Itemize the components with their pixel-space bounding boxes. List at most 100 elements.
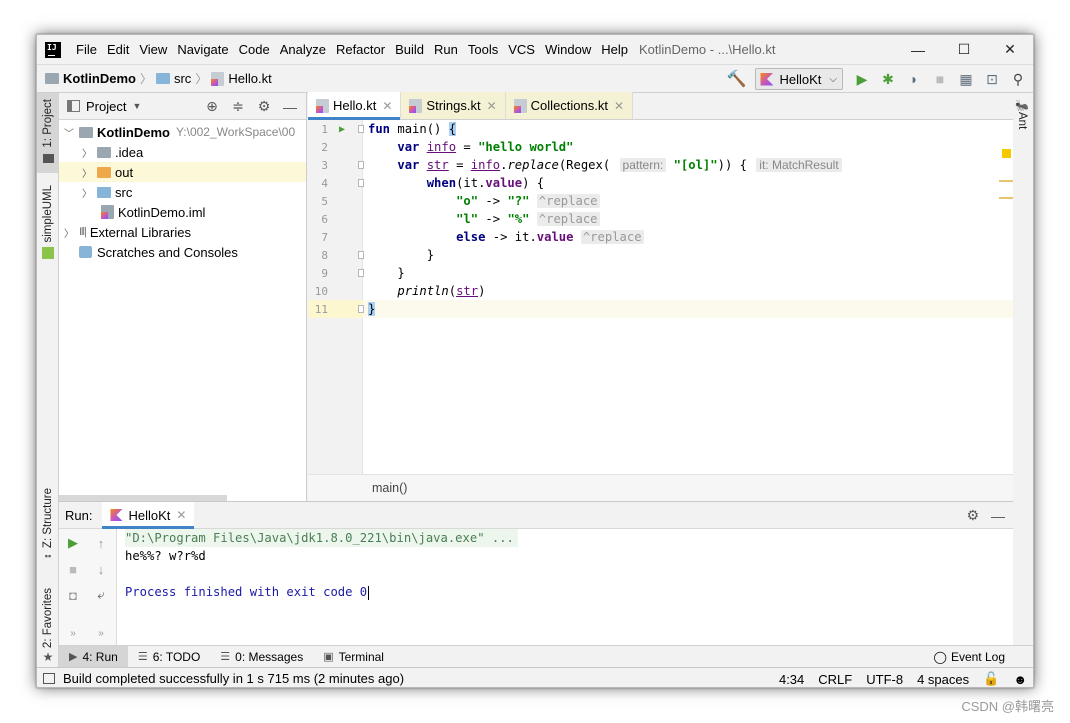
menu-refactor[interactable]: Refactor	[331, 35, 390, 64]
run-with-coverage-icon[interactable]: ◗	[903, 68, 925, 90]
gear-icon[interactable]: ⚙	[966, 507, 979, 524]
tab-hello-kt[interactable]: Hello.kt ✕	[308, 92, 402, 120]
menu-help[interactable]: Help	[596, 35, 633, 64]
chevron-right-icon[interactable]: 〉	[81, 145, 93, 160]
breadcrumb-src[interactable]: src	[174, 71, 191, 86]
run-gutter-icon[interactable]: ▶	[339, 124, 345, 135]
breadcrumb-project[interactable]: KotlinDemo	[63, 71, 136, 86]
code-line-6[interactable]: 6 "l" -> "%" ^replace	[308, 210, 1013, 228]
close-button[interactable]: ✕	[987, 35, 1033, 64]
tool-tab-todo[interactable]: ☰ 6: TODO	[128, 646, 210, 668]
menu-window[interactable]: Window	[540, 35, 596, 64]
close-icon[interactable]: ✕	[382, 99, 392, 113]
close-icon[interactable]: ✕	[176, 508, 186, 522]
tree-item-external-libraries[interactable]: 〉 Ill| External Libraries	[59, 222, 306, 242]
down-arrow-icon[interactable]: ↓	[91, 559, 111, 579]
close-icon[interactable]: ✕	[487, 99, 497, 113]
chevron-right-icon[interactable]: 〉	[63, 225, 75, 240]
event-log-button[interactable]: ◯ Event Log	[934, 646, 1005, 668]
more-chevron-icon[interactable]: »	[63, 623, 83, 643]
breadcrumb-file[interactable]: Hello.kt	[228, 71, 271, 86]
tree-item-idea[interactable]: 〉 .idea	[59, 142, 306, 162]
warning-stripe-mark[interactable]	[999, 180, 1013, 182]
tree-item-kotlindemo[interactable]: ﹀ KotlinDemo Y:\002_WorkSpace\00	[59, 122, 306, 142]
tab-favorites[interactable]: 2: Favorites ★	[37, 588, 59, 668]
menu-analyze[interactable]: Analyze	[275, 35, 331, 64]
tab-collections-kt[interactable]: Collections.kt ✕	[505, 92, 634, 119]
tab-ant[interactable]: 🐜 Ant	[1015, 99, 1029, 129]
tree-item-iml[interactable]: KotlinDemo.iml	[59, 202, 306, 222]
editor-breadcrumb[interactable]: main()	[308, 474, 1013, 501]
maximize-button[interactable]: ☐	[941, 35, 987, 64]
project-pane-title[interactable]: Project	[86, 99, 126, 114]
tab-strings-kt[interactable]: Strings.kt ✕	[401, 92, 506, 119]
code-line-4[interactable]: 4 when(it.value) {	[308, 174, 1013, 192]
run-play-icon[interactable]: ▶	[851, 68, 873, 90]
build-hammer-icon[interactable]: 🔨	[725, 69, 747, 89]
menu-vcs[interactable]: VCS	[503, 35, 540, 64]
code-line-9[interactable]: 9 }	[308, 264, 1013, 282]
file-encoding[interactable]: UTF-8	[866, 672, 903, 687]
stop-icon[interactable]: ■	[63, 559, 83, 579]
project-structure-icon[interactable]: ▦	[955, 68, 977, 90]
collapse-all-icon[interactable]: ≑	[228, 98, 248, 115]
tab-simpleuml[interactable]: simpleUML	[37, 185, 59, 275]
hide-minus-icon[interactable]: —	[991, 508, 1005, 524]
gear-icon[interactable]: ⚙	[254, 98, 274, 115]
terminal-window-icon[interactable]: ⊡	[981, 68, 1003, 90]
debug-bug-icon[interactable]: ✱	[877, 68, 899, 90]
soft-wrap-icon[interactable]: ⤶	[91, 585, 111, 605]
code-line-8[interactable]: 8 }	[308, 246, 1013, 264]
code-line-2[interactable]: 2 var info = "hello world"	[308, 138, 1013, 156]
fold-marker-icon[interactable]	[358, 305, 364, 313]
menu-code[interactable]: Code	[234, 35, 275, 64]
close-icon[interactable]: ✕	[614, 99, 624, 113]
menu-navigate[interactable]: Navigate	[172, 35, 233, 64]
tool-tab-messages[interactable]: ☰ 0: Messages	[210, 646, 313, 668]
code-line-5[interactable]: 5 "o" -> "?" ^replace	[308, 192, 1013, 210]
error-stripe[interactable]	[999, 147, 1013, 501]
chevron-down-icon[interactable]: ▼	[132, 101, 141, 111]
run-tab-hellokt[interactable]: HelloKt ✕	[102, 501, 195, 529]
rerun-play-icon[interactable]: ▶	[63, 533, 83, 553]
menu-run[interactable]: Run	[429, 35, 463, 64]
up-arrow-icon[interactable]: ↑	[91, 533, 111, 553]
caret-position[interactable]: 4:34	[779, 672, 804, 687]
camera-icon[interactable]: ◘	[63, 585, 83, 605]
code-line-11[interactable]: 11 }	[308, 300, 1013, 318]
tab-structure[interactable]: Z: Structure ▪▪	[37, 488, 59, 568]
hide-minus-icon[interactable]: —	[280, 99, 300, 115]
tool-windows-toggle-icon[interactable]	[43, 673, 55, 684]
chevron-right-icon[interactable]: 〉	[81, 165, 93, 180]
warning-stripe-mark[interactable]	[999, 197, 1013, 199]
fold-marker-icon[interactable]	[358, 251, 364, 259]
minimize-button[interactable]: —	[895, 35, 941, 64]
code-line-1[interactable]: 1 ▶ fun main() {	[308, 120, 1013, 138]
tool-tab-run[interactable]: ▶ 4: Run	[59, 645, 128, 668]
code-line-3[interactable]: 3 var str = info.replace(Regex( pattern:…	[308, 156, 1013, 174]
run-configuration-dropdown[interactable]: HelloKt ⌵	[755, 68, 843, 90]
menu-view[interactable]: View	[134, 35, 172, 64]
indent-setting[interactable]: 4 spaces	[917, 672, 969, 687]
tree-item-out[interactable]: 〉 out	[59, 162, 306, 182]
fold-marker-icon[interactable]	[358, 161, 364, 169]
fold-marker-icon[interactable]	[358, 179, 364, 187]
stop-icon[interactable]: ■	[929, 68, 951, 90]
locate-target-icon[interactable]: ⊕	[202, 98, 222, 115]
status-message[interactable]: Build completed successfully in 1 s 715 …	[63, 671, 404, 686]
fold-marker-icon[interactable]	[358, 125, 364, 133]
menu-tools[interactable]: Tools	[463, 35, 503, 64]
warning-marker-icon[interactable]	[1002, 149, 1011, 158]
lock-icon[interactable]: 🔓	[983, 671, 999, 687]
menu-build[interactable]: Build	[390, 35, 429, 64]
search-icon[interactable]: ⚲	[1007, 68, 1029, 90]
more-chevron-icon[interactable]: »	[91, 623, 111, 643]
code-area[interactable]: 1 ▶ fun main() { 2 var info = "hello wor…	[308, 120, 1013, 474]
tree-item-src[interactable]: 〉 src	[59, 182, 306, 202]
tree-item-scratches[interactable]: Scratches and Consoles	[59, 242, 306, 262]
code-line-10[interactable]: 10 println(str)	[308, 282, 1013, 300]
inspector-icon[interactable]: ☻	[1013, 672, 1027, 687]
menu-edit[interactable]: Edit	[102, 35, 134, 64]
editor-breadcrumb-label[interactable]: main()	[372, 481, 407, 495]
code-line-7[interactable]: 7 else -> it.value ^replace	[308, 228, 1013, 246]
